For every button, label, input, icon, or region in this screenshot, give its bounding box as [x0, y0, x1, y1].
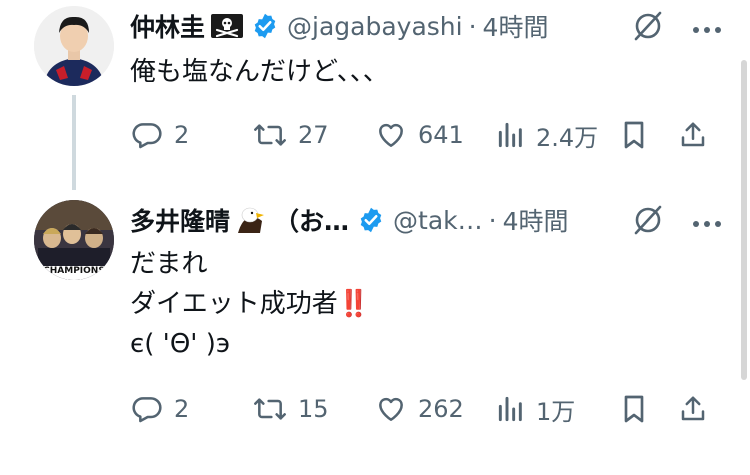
more-options-icon[interactable] [692, 19, 722, 38]
tweet-top-icons [632, 204, 722, 240]
share-button[interactable] [678, 393, 718, 425]
reply-button[interactable]: 2 [130, 119, 252, 151]
like-count: 262 [418, 395, 464, 423]
display-name[interactable]: 多井隆晴 [130, 202, 230, 238]
retweet-count: 27 [298, 121, 329, 149]
reply-count: 2 [174, 395, 190, 423]
grok-icon[interactable] [632, 10, 664, 46]
views-button[interactable]: 1万 [496, 392, 620, 427]
bookmark-button[interactable] [620, 393, 678, 425]
grok-icon[interactable] [632, 204, 664, 240]
tweet-text-line: ダイエット成功者‼️ [130, 289, 371, 319]
avatar-caption: CHAMPIONS [43, 266, 105, 276]
analytics-icon [498, 122, 522, 148]
tweet-text-line: 俺も塩なんだけど、、、 [130, 57, 389, 87]
tweet-header: 仲林圭 @jagabayashi · 4時間 [130, 8, 548, 44]
bookmark-icon [624, 121, 644, 149]
eagle-icon [236, 205, 266, 235]
like-button[interactable]: 262 [374, 393, 496, 425]
view-count: 1万 [536, 397, 576, 426]
more-options-icon[interactable] [692, 213, 722, 232]
display-name[interactable]: 仲林圭 [130, 8, 205, 44]
avatar[interactable]: CHAMPIONS [34, 200, 114, 280]
like-button[interactable]: 641 [374, 119, 496, 151]
retweet-button[interactable]: 27 [252, 119, 374, 151]
tweet-text: 俺も塩なんだけど、、、 [130, 52, 389, 92]
tweet-text: だまれ ダイエット成功者‼️ є( 'Θ' )э [130, 244, 370, 364]
heart-icon [379, 397, 403, 421]
tweet-actions: 2 27 641 2.4万 [130, 116, 720, 154]
analytics-icon [498, 396, 522, 422]
heart-icon [379, 123, 403, 147]
like-count: 641 [418, 121, 464, 149]
separator-dot: · [468, 11, 477, 41]
verified-badge-icon [357, 206, 385, 234]
retweet-icon [254, 124, 286, 146]
reply-icon [132, 397, 162, 423]
user-handle[interactable]: @tak… [393, 206, 483, 235]
views-button[interactable]: 2.4万 [496, 118, 620, 153]
bookmark-icon [624, 395, 644, 423]
tweet-text-line: є( 'Θ' )э [130, 329, 231, 359]
view-count: 2.4万 [536, 123, 599, 152]
reply-icon [132, 123, 162, 149]
share-icon [681, 396, 705, 421]
display-name-suffix[interactable]: （お… [274, 202, 349, 238]
thread-connector-line [72, 95, 76, 190]
retweet-button[interactable]: 15 [252, 393, 374, 425]
tweet-top-icons [632, 10, 722, 46]
retweet-icon [254, 398, 286, 420]
verified-badge-icon [251, 12, 279, 40]
timestamp[interactable]: 4時間 [503, 202, 569, 238]
reply-count: 2 [174, 121, 190, 149]
avatar[interactable] [34, 6, 114, 86]
share-icon [681, 122, 705, 147]
retweet-count: 15 [298, 395, 329, 423]
tweet-text-line: だまれ [130, 249, 208, 279]
tweet-actions: 2 15 262 1万 [130, 390, 720, 428]
reply-button[interactable]: 2 [130, 393, 252, 425]
share-button[interactable] [678, 119, 718, 151]
timestamp[interactable]: 4時間 [483, 8, 549, 44]
separator-dot: · [488, 205, 497, 235]
tweet-header: 多井隆晴 （お… @tak… · 4時間 [130, 202, 569, 238]
scrollbar[interactable] [741, 60, 747, 380]
skull-crossbones-flag-icon [211, 14, 244, 38]
user-handle[interactable]: @jagabayashi [287, 12, 463, 41]
bookmark-button[interactable] [620, 119, 678, 151]
